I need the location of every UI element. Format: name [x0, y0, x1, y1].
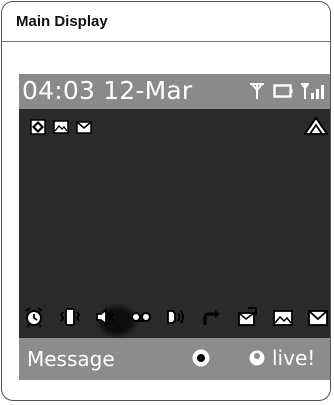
mms-icon	[53, 120, 69, 134]
mute-icon	[96, 308, 115, 326]
antenna-icon	[250, 83, 264, 99]
indicator-icons-row	[21, 306, 330, 328]
clock-time: 04:03	[22, 76, 96, 105]
status-icons	[249, 82, 327, 100]
mms-full-icon	[272, 310, 293, 326]
softkey-bar: Message live!	[19, 338, 330, 380]
clock-date-text: 12-Mar	[103, 76, 193, 105]
softkey-right-live[interactable]: live!	[248, 346, 315, 370]
email-icon	[238, 307, 257, 326]
alarm-icon	[25, 307, 43, 328]
message-full-icon	[308, 310, 328, 326]
main-display-panel: Main Display 04:03 12-Mar Message live!	[1, 1, 331, 401]
sms-icon	[76, 121, 92, 134]
live-icon	[249, 350, 265, 366]
softkey-left-message[interactable]: Message	[27, 347, 115, 371]
voicemail-icon	[130, 312, 151, 322]
clock-date: 04:03 12-Mar	[22, 76, 192, 105]
status-bar: 04:03 12-Mar	[19, 74, 330, 109]
panel-title: Main Display	[2, 2, 330, 42]
top-indicator-icons	[29, 118, 93, 136]
silent-mode-icon	[30, 119, 46, 135]
landscape-mode-icon	[303, 116, 329, 135]
battery-icon	[273, 84, 293, 98]
call-forward-icon	[203, 310, 220, 325]
phone-screen: 04:03 12-Mar Message live!	[19, 74, 330, 380]
vibrate-icon	[59, 308, 80, 326]
ok-icon[interactable]	[191, 348, 211, 368]
softkey-right-label: live!	[272, 346, 316, 370]
signal-strength-icon	[301, 83, 324, 99]
speaker-icon	[167, 310, 184, 324]
